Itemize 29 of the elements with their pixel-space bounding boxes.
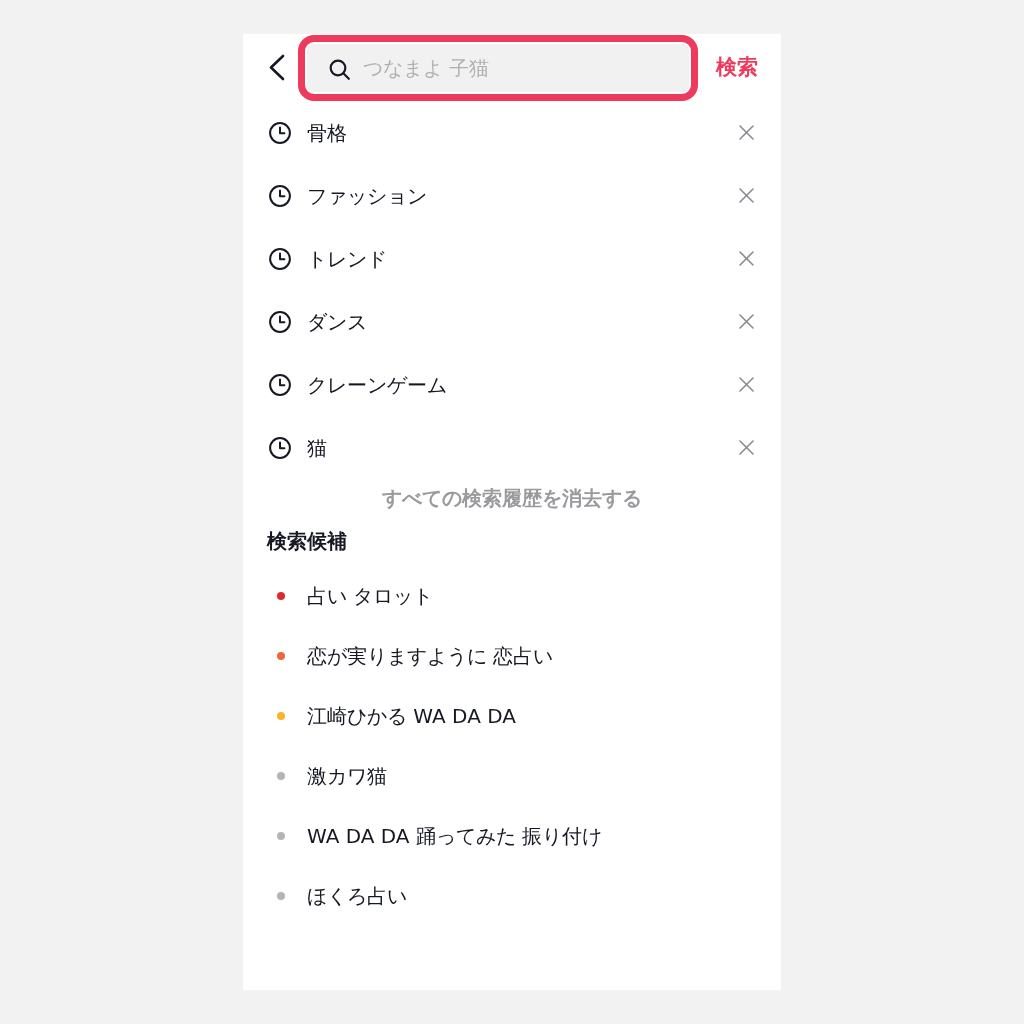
suggestion-item[interactable]: ほくろ占い bbox=[307, 881, 407, 911]
clock-icon bbox=[269, 247, 291, 270]
history-item[interactable]: 骨格 bbox=[307, 120, 347, 145]
section-heading: 検索候補 bbox=[267, 528, 347, 555]
suggestion-item[interactable]: WA DA DA 踊ってみた 振り付け bbox=[307, 821, 603, 851]
suggestion-item[interactable]: 江崎ひかる WA DA DA bbox=[307, 701, 516, 731]
back-icon[interactable] bbox=[268, 54, 285, 81]
close-icon[interactable] bbox=[739, 125, 754, 140]
suggestion-item[interactable]: 激カワ猫 bbox=[307, 761, 387, 791]
close-icon[interactable] bbox=[739, 440, 754, 455]
history-item[interactable]: トレンド bbox=[307, 246, 387, 271]
suggestion-item[interactable]: 恋が実りますように 恋占い bbox=[307, 641, 554, 671]
history-item[interactable]: クレーンゲーム bbox=[307, 372, 447, 397]
close-icon[interactable] bbox=[739, 314, 754, 329]
history-item[interactable]: ファッション bbox=[307, 183, 427, 208]
search-icon bbox=[329, 58, 350, 80]
close-icon[interactable] bbox=[739, 251, 754, 266]
close-icon[interactable] bbox=[739, 188, 754, 203]
suggestion-item[interactable]: 占い タロット bbox=[307, 581, 434, 611]
clock-icon bbox=[269, 373, 291, 396]
clock-icon bbox=[269, 310, 291, 333]
search-field[interactable]: つなまよ 子猫 bbox=[307, 43, 689, 92]
close-icon[interactable] bbox=[739, 377, 754, 392]
clock-icon bbox=[269, 184, 291, 207]
search-button[interactable]: 検索 bbox=[716, 51, 758, 84]
clock-icon bbox=[269, 121, 291, 144]
clock-icon bbox=[269, 436, 291, 459]
history-item[interactable]: ダンス bbox=[307, 309, 367, 334]
history-item[interactable]: 猫 bbox=[307, 435, 327, 460]
